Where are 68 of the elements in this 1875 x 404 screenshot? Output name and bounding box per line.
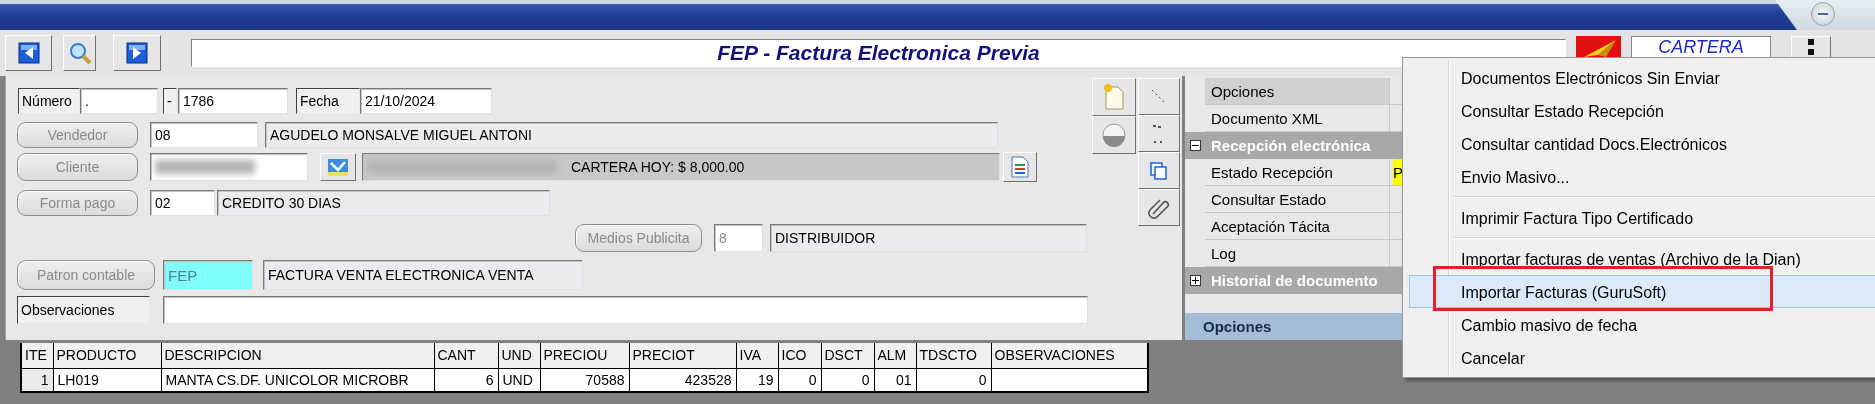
minimize-icon (1818, 12, 1828, 16)
menu-item[interactable]: Importar facturas de ventas (Archivo de la Dian) (1409, 242, 1875, 275)
number-field[interactable]: 1786 (178, 88, 288, 114)
property-name[interactable]: Consultar Estado (1205, 186, 1390, 213)
column-header[interactable]: DSCT (821, 343, 874, 368)
number-prefix-field[interactable]: . (80, 88, 158, 114)
search-button[interactable] (63, 35, 96, 71)
document-icon (1011, 156, 1029, 178)
line-button[interactable] (1138, 78, 1180, 115)
column-header[interactable]: ICO (778, 343, 821, 368)
separator-label: - (163, 88, 177, 114)
field-label: Observaciones (17, 296, 150, 324)
name-field: DISTRIBUIDOR (770, 224, 1087, 252)
dots-icon (1808, 39, 1814, 55)
customer-balance-text: CARTERA HOY: $ 8,000.00 (571, 159, 745, 175)
next-button[interactable] (113, 35, 161, 71)
menu-item[interactable]: Consultar cantidad Docs.Electrónicos (1409, 127, 1875, 160)
next-icon (126, 42, 148, 64)
dots-button[interactable] (1138, 115, 1180, 152)
name-field: AGUDELO MONSALVE MIGUEL ANTONI (265, 122, 998, 148)
column-header[interactable]: UND (498, 343, 540, 368)
name-field: CREDITO 30 DIAS (217, 190, 550, 216)
property-name[interactable]: Documento XML (1205, 105, 1390, 132)
expand-icon[interactable] (1189, 275, 1201, 286)
column-header[interactable]: PRECIOU (540, 343, 629, 368)
property-name[interactable]: Aceptación Tácita (1205, 213, 1390, 240)
column-header[interactable]: DESCRIPCION (161, 343, 434, 368)
copy-icon (1149, 160, 1169, 181)
more-button[interactable] (1791, 36, 1831, 57)
column-header[interactable]: ITE (21, 343, 53, 368)
column-header[interactable]: CANT (434, 343, 498, 368)
menu-item[interactable]: Imprimir Factura Tipo Certificado (1409, 201, 1875, 234)
window-title: FEP - Factura Electronica Previa (191, 39, 1566, 67)
name-field: FACTURA VENTA ELECTRONICA VENTA (263, 260, 583, 290)
new-document-button[interactable] (1092, 78, 1136, 116)
collapse-icon[interactable] (1189, 140, 1201, 151)
card-icon (326, 156, 350, 178)
table-cell: 1 (21, 368, 53, 392)
menu-item[interactable]: Consultar Estado Recepción (1409, 94, 1875, 127)
previous-button[interactable] (5, 35, 52, 71)
menu-item[interactable]: Importar Facturas (GuruSoft) (1409, 275, 1875, 308)
field-label: Número (18, 88, 80, 114)
property-name[interactable]: Opciones (1205, 78, 1390, 105)
code-field[interactable] (150, 153, 308, 181)
notes-field[interactable] (163, 296, 1088, 324)
attach-button[interactable] (1138, 189, 1180, 226)
document-button[interactable] (1003, 152, 1037, 182)
menu-item[interactable]: Cancelar (1409, 341, 1875, 374)
column-header[interactable]: PRECIOT (629, 343, 736, 368)
property-name[interactable]: Log (1205, 240, 1390, 267)
menu-item[interactable]: Envio Masivo... (1409, 160, 1875, 193)
copy-button[interactable] (1138, 152, 1180, 189)
property-name[interactable]: Estado Recepción (1205, 159, 1390, 186)
search-icon (67, 41, 92, 65)
column-header[interactable]: OBSERVACIONES (991, 343, 1148, 368)
previous-icon (17, 42, 40, 64)
module-label: CARTERA (1631, 36, 1771, 57)
date-field[interactable]: 21/10/2024 (360, 88, 492, 114)
new-document-icon (1103, 83, 1125, 111)
field-label: Fecha (296, 88, 360, 114)
column-header[interactable]: TDSCTO (916, 343, 991, 368)
column-header[interactable]: ALM (874, 343, 916, 368)
column-header[interactable]: PRODUCTO (53, 343, 161, 368)
logo-icon (1576, 36, 1621, 57)
dial-button[interactable] (1092, 116, 1136, 154)
customer-search-button[interactable] (320, 153, 356, 181)
column-header[interactable]: IVA (736, 343, 778, 368)
dial-icon (1101, 122, 1127, 148)
